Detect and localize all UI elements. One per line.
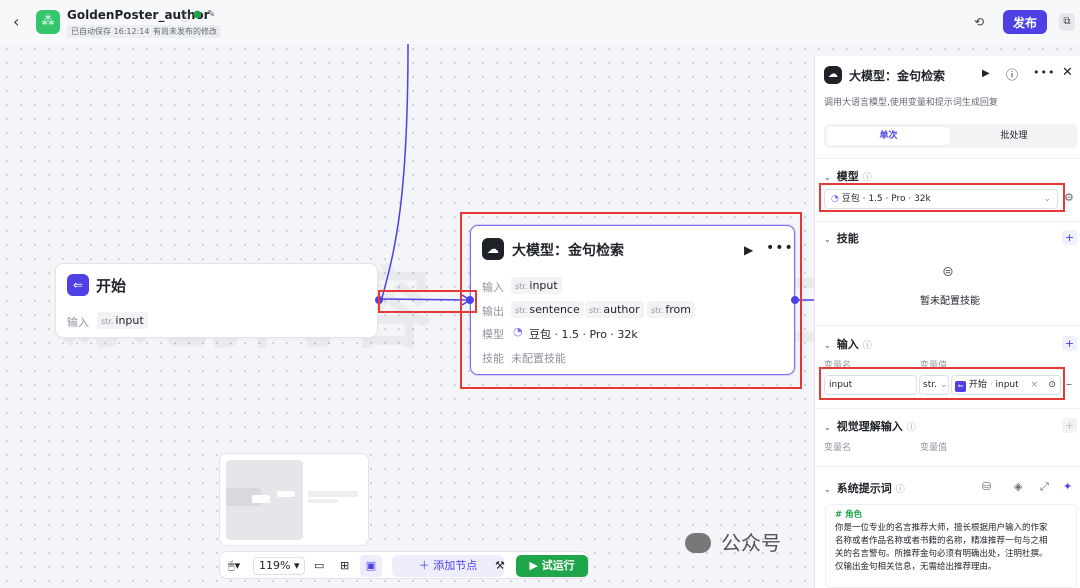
empty-skill-icon: ⊜ <box>942 264 954 280</box>
divider <box>815 221 1080 222</box>
highlight-llm-node <box>460 212 802 389</box>
visual-var-name-header: 变量名 <box>824 443 852 453</box>
remove-input-icon[interactable]: – <box>1066 377 1072 391</box>
chevron-down-icon: ⌄ <box>824 235 831 244</box>
panel-llm-icon: ☁ <box>824 66 842 84</box>
add-node-button[interactable]: ＋ 添加节点 <box>392 555 504 577</box>
mouse-mode-icon[interactable]: 🖱▾ <box>228 557 240 575</box>
start-node[interactable]: ⇐ 开始 输入 str. input <box>55 263 378 338</box>
node-config-panel: ☁ 大模型：金句检索 ▶ ⓘ ••• ✕ 调用大语言模型,使用变量和提示词生成回… <box>814 56 1080 588</box>
skill-section-header[interactable]: ⌄ 技能 <box>824 230 859 246</box>
zoom-value: 119% <box>259 559 291 572</box>
info-icon: ⓘ <box>862 173 872 183</box>
model-section-header[interactable]: ⌄ 模型 ⓘ <box>824 168 872 184</box>
test-run-button[interactable]: ▶ 试运行 <box>516 555 588 577</box>
panel-more-icon[interactable]: ••• <box>1033 66 1055 79</box>
var-type: str. <box>101 317 114 326</box>
tools-icon[interactable]: ⚒ <box>495 557 505 575</box>
start-node-title: 开始 <box>96 277 127 295</box>
info-icon: ⓘ <box>895 485 905 495</box>
minimap-node-block <box>252 495 270 503</box>
tab-batch[interactable]: 批处理 <box>954 127 1074 145</box>
add-skill-button[interactable]: + <box>1062 230 1077 245</box>
zoom-select[interactable]: 119% ▾ <box>253 557 306 575</box>
highlight-model-select <box>819 183 1065 212</box>
highlight-input-row <box>819 367 1065 400</box>
ai-optimize-icon[interactable]: ✦ <box>1063 480 1072 493</box>
add-visual-input-button[interactable]: + <box>1062 418 1077 433</box>
input-section-title: 输入 <box>836 338 859 351</box>
visual-var-value-header: 变量值 <box>920 443 948 453</box>
panel-run-icon[interactable]: ▶ <box>982 68 990 79</box>
info-icon: ⓘ <box>906 423 916 433</box>
var-name: input <box>115 314 144 327</box>
visual-input-title: 视觉理解输入 <box>836 420 903 433</box>
prompt-heading: # 角色 <box>835 510 863 520</box>
divider <box>815 158 1080 159</box>
expand-icon[interactable]: ⤢ <box>1040 480 1049 494</box>
wechat-label: 公众号 <box>721 531 781 555</box>
visual-input-section-header[interactable]: ⌄ 视觉理解输入 ⓘ <box>824 418 916 434</box>
minimap-node-block <box>308 499 338 503</box>
system-prompt-section-header[interactable]: ⌄ 系统提示词 ⓘ <box>824 480 905 496</box>
tab-single[interactable]: 单次 <box>827 127 950 145</box>
prompt-library-icon[interactable]: ⛁ <box>982 480 991 493</box>
add-input-button[interactable]: + <box>1062 336 1077 351</box>
incoming-edge <box>381 43 409 299</box>
start-input-label: 输入 <box>67 316 89 329</box>
close-icon[interactable]: ✕ <box>1062 65 1073 80</box>
system-prompt-title: 系统提示词 <box>836 482 892 495</box>
panel-description: 调用大语言模型,使用变量和提示词生成回复 <box>824 98 998 108</box>
prompt-hint-icon[interactable]: ◈ <box>1014 480 1022 493</box>
add-node-label: 添加节点 <box>433 559 478 572</box>
system-prompt-editor[interactable]: # 角色 你是一位专业的名言推荐大师，擅长根据用户输入的作家 名称或者作品名称或… <box>825 504 1077 588</box>
skill-empty-text: 暂未配置技能 <box>920 296 980 307</box>
chevron-down-icon: ⌄ <box>824 341 831 350</box>
start-input-var: str. input <box>97 312 148 329</box>
divider <box>815 325 1080 326</box>
prompt-line: 仅输出金句相关信息，无需给出推荐理由。 <box>835 562 997 572</box>
mode-tabs: 单次 批处理 <box>824 124 1077 148</box>
panel-title: 大模型：金句检索 <box>849 69 946 83</box>
canvas-toolbar: 🖱▾ 119% ▾ ▭ ⊞ ▣ ＋ 添加节点 ⚒ ▶ 试运行 <box>219 551 589 579</box>
info-icon: ⓘ <box>862 341 872 351</box>
chevron-down-icon: ⌄ <box>824 173 831 182</box>
minimap[interactable] <box>219 453 369 546</box>
start-node-icon: ⇐ <box>67 274 89 296</box>
divider <box>815 408 1080 409</box>
divider <box>815 466 1080 467</box>
prompt-line: 你是一位专业的名言推荐大师，擅长根据用户输入的作家 <box>835 523 1048 533</box>
minimap-toggle-icon[interactable]: ▣ <box>360 555 382 577</box>
model-section-title: 模型 <box>836 170 859 183</box>
chevron-down-icon: ⌄ <box>824 423 831 432</box>
test-run-label: 试运行 <box>541 559 575 572</box>
prompt-line: 关的名言警句。所推荐金句必须有明确出处，注明杜撰。 <box>835 549 1048 559</box>
skill-section-title: 技能 <box>836 232 859 245</box>
wechat-icon <box>685 533 711 553</box>
wechat-watermark: 公众号 <box>685 527 781 556</box>
highlight-edge <box>378 290 477 313</box>
chevron-down-icon: ⌄ <box>824 485 831 494</box>
model-settings-icon[interactable]: ⚙ <box>1064 191 1074 204</box>
minimap-node-block <box>308 491 358 497</box>
input-section-header[interactable]: ⌄ 输入 ⓘ <box>824 336 872 352</box>
minimap-node-block <box>277 491 295 497</box>
comment-icon[interactable]: ▭ <box>314 557 324 575</box>
help-icon[interactable]: ⓘ <box>1006 66 1018 83</box>
prompt-line: 名称或者作品名称或者书籍的名称，精准推荐一句与之相 <box>835 536 1048 546</box>
layout-icon[interactable]: ⊞ <box>340 557 349 575</box>
